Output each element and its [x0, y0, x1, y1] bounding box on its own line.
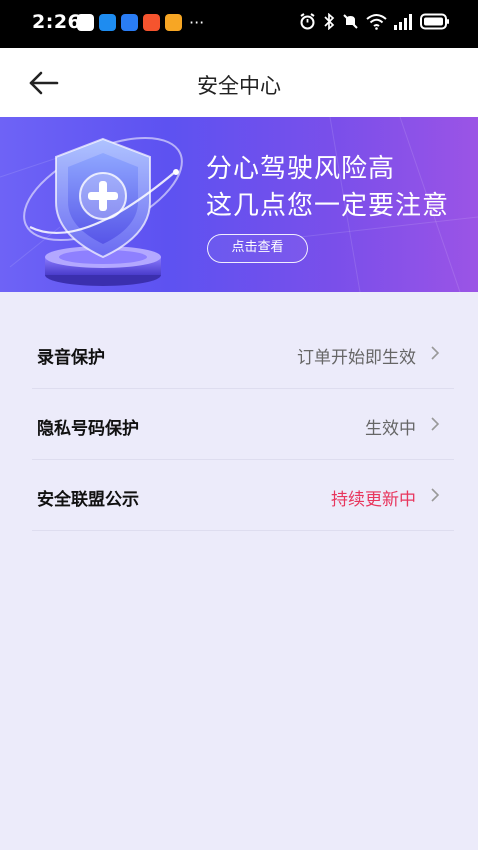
list-item-recording-protection[interactable]: 录音保护 订单开始即生效 — [32, 318, 454, 389]
wifi-icon — [366, 14, 387, 30]
app-notification-icon — [165, 14, 182, 31]
list-item-status: 订单开始即生效 — [297, 348, 416, 368]
list-item-status: 生效中 — [365, 419, 416, 439]
taobao-notification-icon — [143, 14, 160, 31]
list-item-safety-alliance[interactable]: 安全联盟公示 持续更新中 — [32, 460, 454, 531]
signal-icon — [394, 13, 412, 30]
banner-headline-line2: 这几点您一定要注意 — [206, 191, 450, 221]
navigation-bar: 安全中心 — [0, 48, 478, 117]
view-details-button[interactable]: 点击查看 — [207, 234, 308, 263]
status-time: 2:26 — [32, 11, 82, 33]
banner-headline-line1: 分心驾驶风险高 — [206, 154, 396, 184]
alarm-icon — [300, 13, 315, 30]
chevron-right-icon — [431, 488, 440, 502]
mute-icon — [343, 14, 358, 29]
list-item-label: 隐私号码保护 — [37, 419, 139, 439]
list-item-label: 安全联盟公示 — [37, 490, 139, 510]
app-notification-icon — [99, 14, 116, 31]
list-item-status: 持续更新中 — [331, 490, 416, 510]
chevron-right-icon — [431, 346, 440, 360]
list-item-privacy-number[interactable]: 隐私号码保护 生效中 — [32, 389, 454, 460]
safety-settings-list: 录音保护 订单开始即生效 隐私号码保护 生效中 安全联盟公示 持续更新中 — [0, 318, 478, 531]
safety-banner[interactable]: 分心驾驶风险高 这几点您一定要注意 点击查看 — [0, 117, 478, 292]
status-bar: 2:26 ··· — [0, 0, 478, 48]
bluetooth-icon — [324, 13, 335, 30]
system-icons — [299, 13, 450, 30]
app-notification-icon — [77, 14, 94, 31]
battery-icon — [420, 13, 449, 30]
notification-icons: ··· — [77, 14, 204, 31]
list-item-label: 录音保护 — [37, 348, 105, 368]
chevron-right-icon — [431, 417, 440, 431]
message-notification-icon — [121, 14, 138, 31]
more-notifications-icon: ··· — [189, 13, 205, 32]
page-title: 安全中心 — [197, 74, 281, 98]
